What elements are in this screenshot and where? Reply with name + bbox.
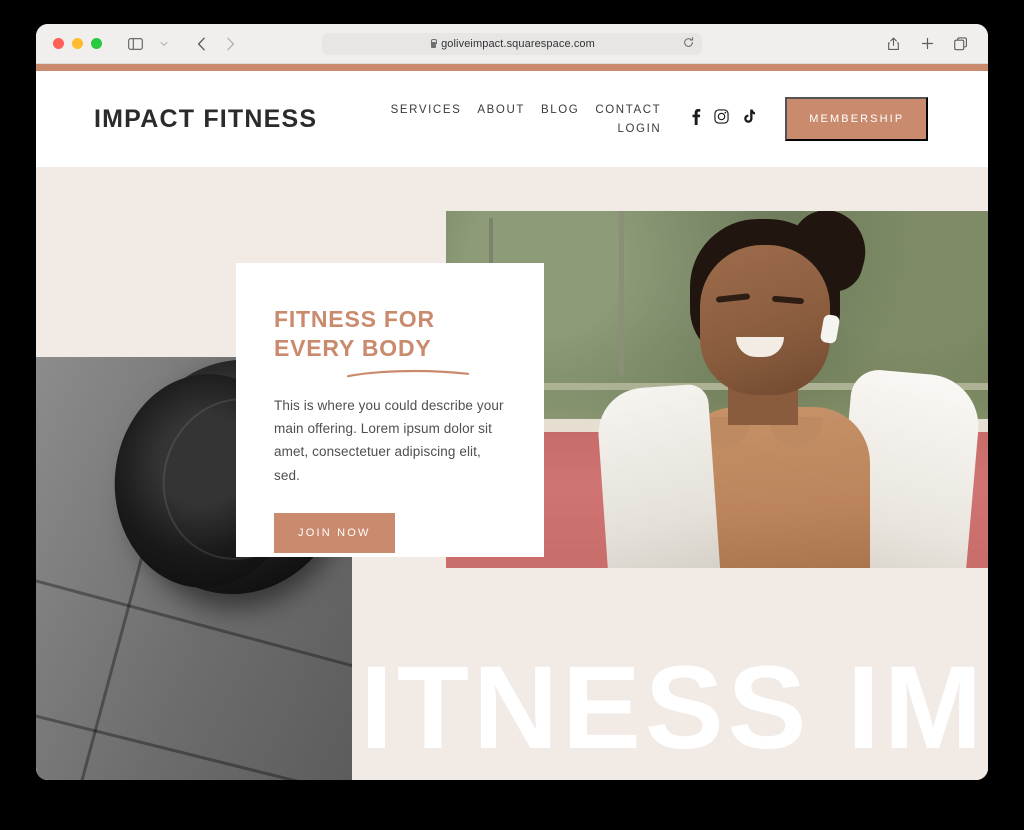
photo-face [700, 245, 830, 395]
social-links [691, 108, 756, 130]
chevron-down-icon[interactable] [151, 32, 177, 56]
top-accent-bar [36, 64, 988, 71]
hero-heading: FITNESS FOR EVERY BODY [274, 305, 506, 378]
nav-item-contact[interactable]: CONTACT [595, 104, 661, 116]
join-now-button[interactable]: JOIN NOW [274, 512, 395, 553]
window-controls[interactable] [53, 38, 102, 49]
membership-button[interactable]: MEMBERSHIP [785, 97, 929, 141]
toolbar-actions [880, 32, 974, 56]
tab-overview-icon[interactable] [948, 32, 974, 56]
hero-heading-line-2: EVERY BODY [274, 335, 432, 362]
browser-toolbar: goliveimpact.squarespace.com [36, 24, 988, 64]
back-arrow-icon[interactable] [188, 32, 214, 56]
maximize-window-button[interactable] [91, 38, 102, 49]
new-tab-plus-icon[interactable] [914, 32, 940, 56]
nav-item-services[interactable]: SERVICES [391, 104, 462, 116]
reload-icon[interactable] [683, 36, 694, 51]
close-window-button[interactable] [53, 38, 64, 49]
main-navigation: SERVICES ABOUT BLOG CONTACT LOGIN [379, 104, 661, 135]
hero-display-word: FITNESS IMPACT [284, 642, 988, 774]
facebook-icon[interactable] [691, 108, 701, 130]
photo-subject [594, 211, 988, 568]
hero-heading-line-1: FITNESS FOR [274, 306, 435, 332]
address-bar[interactable]: goliveimpact.squarespace.com [322, 32, 702, 55]
heading-underline-icon [346, 369, 470, 378]
address-bar-container: goliveimpact.squarespace.com [322, 32, 702, 55]
nav-item-blog[interactable]: BLOG [541, 104, 579, 116]
minimize-window-button[interactable] [72, 38, 83, 49]
nav-item-login[interactable]: LOGIN [618, 123, 662, 135]
photo-jacket-left [595, 383, 721, 568]
instagram-icon[interactable] [714, 109, 729, 129]
sidebar-toggle-icon[interactable] [122, 32, 148, 56]
hero-section: FITNESS IMPACT [36, 167, 988, 780]
hero-body-text: This is where you could describe your ma… [274, 397, 504, 483]
hero-content-card: FITNESS FOR EVERY BODY This is where you… [236, 263, 544, 557]
forward-arrow-icon[interactable] [217, 32, 243, 56]
photo-earbud [819, 313, 841, 345]
site-header: IMPACT FITNESS SERVICES ABOUT BLOG CONTA… [36, 71, 988, 167]
browser-window: goliveimpact.squarespace.com IMPACT FITN… [36, 24, 988, 780]
share-icon[interactable] [880, 32, 906, 56]
lock-icon [429, 38, 437, 49]
navigation-controls [122, 32, 243, 56]
url-text: goliveimpact.squarespace.com [441, 37, 595, 50]
nav-item-about[interactable]: ABOUT [477, 104, 525, 116]
page-viewport: IMPACT FITNESS SERVICES ABOUT BLOG CONTA… [36, 64, 988, 780]
site-logo[interactable]: IMPACT FITNESS [94, 105, 317, 134]
tiktok-icon[interactable] [742, 108, 756, 130]
